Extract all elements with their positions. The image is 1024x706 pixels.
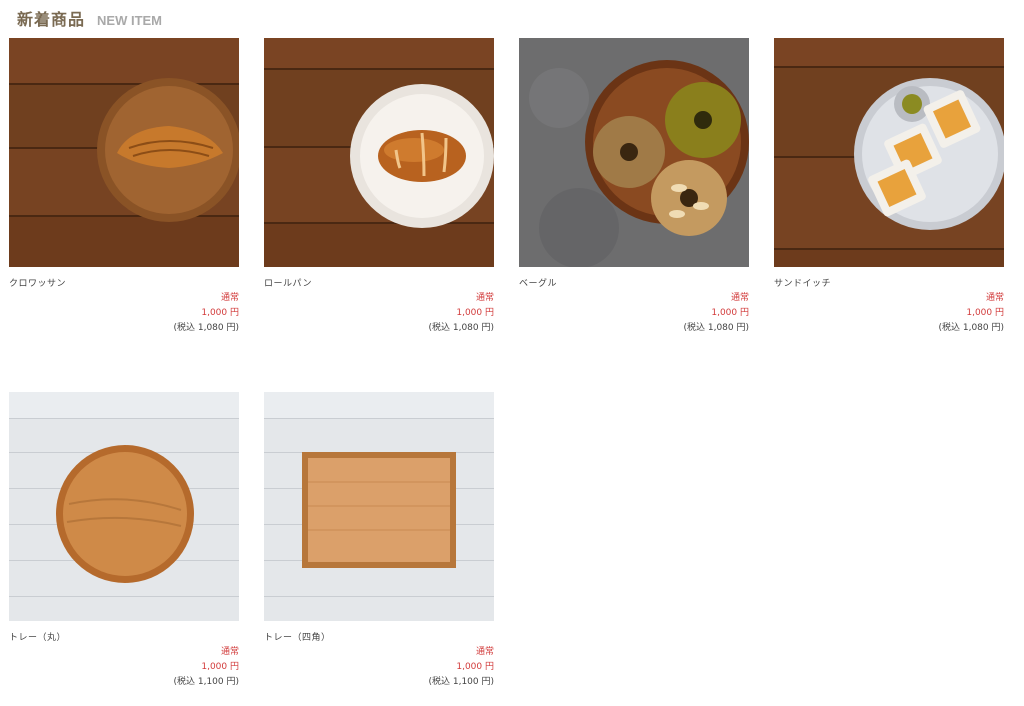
price-type-label: 通常 — [220, 293, 239, 303]
price-type-label: 通常 — [730, 293, 749, 303]
product-image-round-tray[interactable] — [9, 392, 239, 621]
section-header: 新着商品 NEW ITEM — [17, 6, 162, 30]
product-name[interactable]: ベーグル — [519, 276, 749, 289]
price-type-label: 通常 — [475, 647, 494, 657]
product-image-bagel[interactable] — [519, 38, 749, 267]
product-tax-price: (税込 1,080 円) — [428, 323, 494, 333]
price-type-label: 通常 — [220, 647, 239, 657]
product-image-croissant[interactable] — [9, 38, 239, 267]
product-name[interactable]: トレー（四角） — [264, 630, 494, 643]
price-type-label: 通常 — [985, 293, 1004, 303]
product-card-round-tray[interactable]: トレー（丸） 通常 1,000 円 (税込 1,100 円) — [9, 392, 239, 690]
product-image-square-tray[interactable] — [264, 392, 494, 621]
product-price: 1,000 円 — [201, 662, 239, 672]
section-title: 新着商品 — [17, 10, 86, 29]
product-name[interactable]: サンドイッチ — [774, 276, 1004, 289]
section-subtitle: NEW ITEM — [97, 13, 163, 28]
product-card-bagel[interactable]: ベーグル 通常 1,000 円 (税込 1,080 円) — [519, 38, 749, 336]
product-tax-price: (税込 1,100 円) — [428, 677, 494, 687]
product-card-sandwich[interactable]: サンドイッチ 通常 1,000 円 (税込 1,080 円) — [774, 38, 1004, 336]
product-name[interactable]: トレー（丸） — [9, 630, 239, 643]
product-price: 1,000 円 — [456, 308, 494, 318]
product-price: 1,000 円 — [456, 662, 494, 672]
product-tax-price: (税込 1,080 円) — [938, 323, 1004, 333]
product-tax-price: (税込 1,100 円) — [173, 677, 239, 687]
product-price: 1,000 円 — [201, 308, 239, 318]
product-price: 1,000 円 — [966, 308, 1004, 318]
product-card-croissant[interactable]: クロワッサン 通常 1,000 円 (税込 1,080 円) — [9, 38, 239, 336]
product-name[interactable]: ロールパン — [264, 276, 494, 289]
price-type-label: 通常 — [475, 293, 494, 303]
product-tax-price: (税込 1,080 円) — [683, 323, 749, 333]
product-image-sandwich[interactable] — [774, 38, 1004, 267]
product-card-square-tray[interactable]: トレー（四角） 通常 1,000 円 (税込 1,100 円) — [264, 392, 494, 690]
product-price: 1,000 円 — [711, 308, 749, 318]
product-tax-price: (税込 1,080 円) — [173, 323, 239, 333]
product-name[interactable]: クロワッサン — [9, 276, 239, 289]
product-card-rollpan[interactable]: ロールパン 通常 1,000 円 (税込 1,080 円) — [264, 38, 494, 336]
product-image-rollpan[interactable] — [264, 38, 494, 267]
